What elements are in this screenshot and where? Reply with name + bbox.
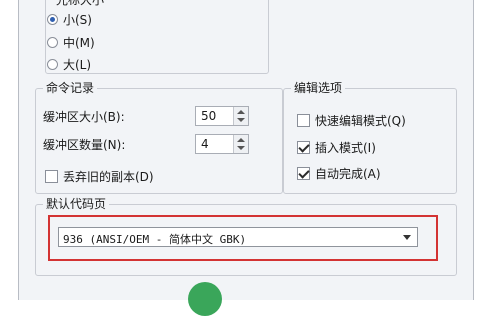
checkbox-box xyxy=(297,166,310,180)
radio-indicator xyxy=(47,13,58,25)
checkbox-label: 快速编辑模式(Q) xyxy=(315,113,406,128)
code-page-selected-value: 936 (ANSI/OEM - 简体中文 GBK) xyxy=(63,233,247,246)
buffer-size-value[interactable]: 50 xyxy=(201,109,216,123)
checkbox-label: 插入模式(I) xyxy=(315,140,376,155)
stepper-buttons xyxy=(233,107,248,125)
radio-indicator xyxy=(47,36,58,48)
cursor-size-large-radio[interactable]: 大(L) xyxy=(47,55,91,73)
buffer-count-label: 缓冲区数量(N): xyxy=(43,137,126,152)
buffer-size-stepper[interactable]: 50 xyxy=(195,106,249,126)
watermark-logo-icon xyxy=(188,282,222,316)
buffer-count-value[interactable]: 4 xyxy=(201,137,209,151)
stepper-buttons xyxy=(233,135,248,153)
radio-label: 小(S) xyxy=(63,12,92,27)
code-page-highlight: 936 (ANSI/OEM - 简体中文 GBK) xyxy=(48,215,438,261)
edit-options-title: 编辑选项 xyxy=(291,80,346,96)
cursor-size-small-radio[interactable]: 小(S) xyxy=(47,10,92,28)
checkbox-label: 自动完成(A) xyxy=(315,166,381,181)
checkbox-box xyxy=(297,113,310,127)
insert-mode-checkbox[interactable]: 插入模式(I) xyxy=(297,137,376,157)
decrement-arrow-icon[interactable] xyxy=(237,118,245,122)
command-history-title: 命令记录 xyxy=(43,80,98,96)
code-page-select[interactable]: 936 (ANSI/OEM - 简体中文 GBK) xyxy=(58,227,418,247)
auto-complete-checkbox[interactable]: 自动完成(A) xyxy=(297,163,381,183)
code-page-title: 默认代码页 xyxy=(43,196,110,212)
buffer-count-stepper[interactable]: 4 xyxy=(195,134,249,154)
increment-arrow-icon[interactable] xyxy=(237,110,245,114)
quick-edit-checkbox[interactable]: 快速编辑模式(Q) xyxy=(297,110,406,130)
radio-label: 中(M) xyxy=(63,35,95,50)
radio-label: 大(L) xyxy=(63,57,92,72)
cursor-size-medium-radio[interactable]: 中(M) xyxy=(47,33,95,51)
checkbox-box xyxy=(297,140,310,154)
dropdown-arrow-icon[interactable] xyxy=(403,235,411,240)
radio-indicator xyxy=(47,58,58,70)
increment-arrow-icon[interactable] xyxy=(237,138,245,142)
checkbox-box xyxy=(45,169,58,183)
checkbox-label: 丢弃旧的副本(D) xyxy=(63,169,154,184)
buffer-size-label: 缓冲区大小(B): xyxy=(43,109,125,124)
decrement-arrow-icon[interactable] xyxy=(237,146,245,150)
discard-old-duplicates-checkbox[interactable]: 丢弃旧的副本(D) xyxy=(45,166,154,186)
cursor-size-title: 光标大小 xyxy=(53,0,108,8)
